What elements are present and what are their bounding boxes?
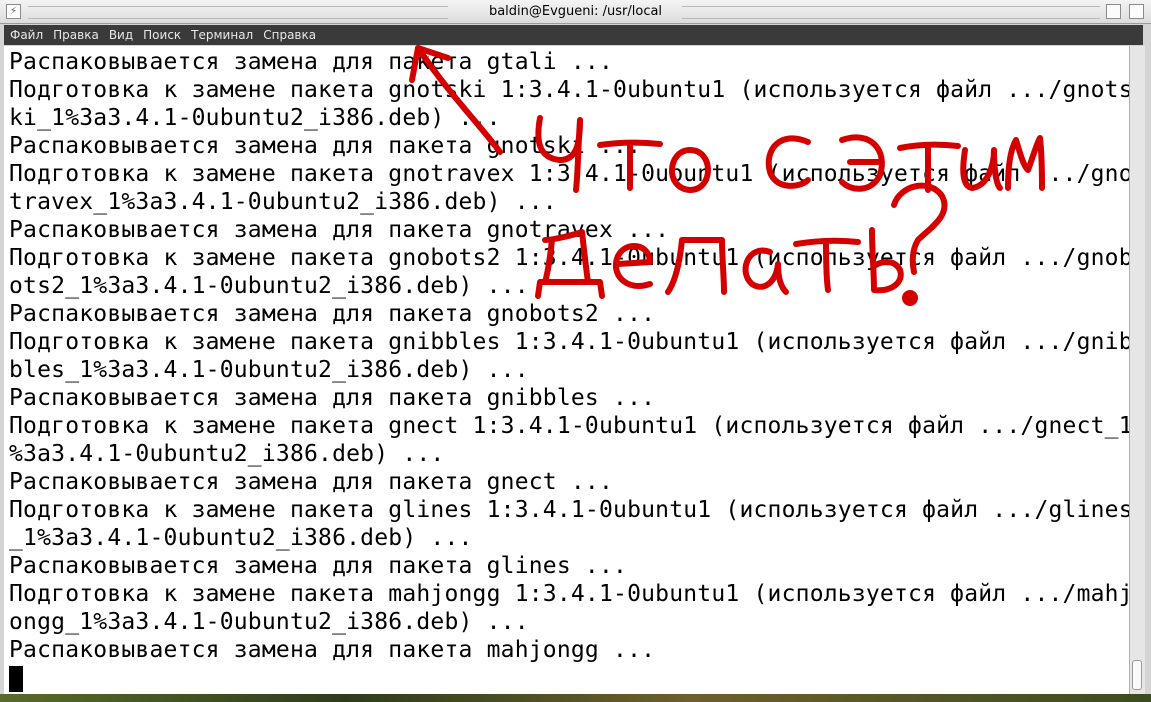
menu-view[interactable]: Вид	[109, 28, 133, 42]
terminal-output[interactable]: Распаковывается замена для пакета gtali …	[4, 46, 1129, 694]
terminal-lines: Распаковывается замена для пакета gtali …	[9, 48, 1129, 692]
terminal-line: Подготовка к замене пакета gnobots2 1:3.…	[9, 245, 1129, 271]
menu-edit[interactable]: Правка	[53, 28, 99, 42]
terminal-line: Распаковывается замена для пакета gnect …	[9, 469, 614, 495]
menu-file[interactable]: Файл	[10, 28, 43, 42]
terminal-line: bles_1%3a3.4.1-0ubuntu2_i386.deb) ...	[9, 357, 529, 383]
terminal-window: ⚡ baldin@Evgueni: /usr/local Файл Правка…	[0, 0, 1151, 702]
close-button[interactable]	[1129, 4, 1144, 19]
terminal-line: travex_1%3a3.4.1-0ubuntu2_i386.deb) ...	[9, 189, 557, 215]
terminal-line: Распаковывается замена для пакета gtali …	[9, 49, 614, 75]
terminal-line: ongg_1%3a3.4.1-0ubuntu2_i386.deb) ...	[9, 609, 529, 635]
terminal-line: Подготовка к замене пакета gnect 1:3.4.1…	[9, 413, 1129, 439]
terminal-line: Распаковывается замена для пакета gnotsk…	[9, 133, 642, 159]
text-cursor	[9, 666, 23, 692]
terminal-line: Подготовка к замене пакета gnibbles 1:3.…	[9, 329, 1129, 355]
titlebar-groove	[682, 6, 1100, 19]
prompt-line[interactable]	[9, 664, 1129, 692]
terminal-line: Подготовка к замене пакета mahjongg 1:3.…	[9, 581, 1129, 607]
terminal-line: Подготовка к замене пакета gnotravex 1:3…	[9, 161, 1129, 187]
terminal-line: Распаковывается замена для пакета glines…	[9, 553, 628, 579]
menu-search[interactable]: Поиск	[143, 28, 181, 42]
terminal-line: Распаковывается замена для пакета gnobot…	[9, 301, 656, 327]
menubar: Файл Правка Вид Поиск Терминал Справка	[4, 25, 1143, 45]
terminal-line: Распаковывается замена для пакета gnotra…	[9, 217, 670, 243]
titlebar[interactable]: ⚡ baldin@Evgueni: /usr/local	[0, 0, 1151, 24]
menu-help[interactable]: Справка	[263, 28, 316, 42]
terminal-line: Распаковывается замена для пакета mahjon…	[9, 637, 656, 663]
window-menu-icon[interactable]: ⚡	[6, 4, 21, 19]
terminal-line: ki_1%3a3.4.1-0ubuntu2_i386.deb) ...	[9, 105, 501, 131]
titlebar-groove	[28, 6, 448, 19]
terminal-line: Подготовка к замене пакета gnotski 1:3.4…	[9, 77, 1129, 103]
terminal-line: Подготовка к замене пакета glines 1:3.4.…	[9, 497, 1129, 523]
scrollbar-thumb[interactable]	[1132, 660, 1142, 690]
terminal-line: %3a3.4.1-0ubuntu2_i386.deb) ...	[9, 441, 445, 467]
terminal-line: ots2_1%3a3.4.1-0ubuntu2_i386.deb) ...	[9, 273, 529, 299]
minimize-button[interactable]	[1106, 4, 1121, 19]
terminal-line: _1%3a3.4.1-0ubuntu2_i386.deb) ...	[9, 525, 473, 551]
menu-terminal[interactable]: Терминал	[191, 28, 253, 42]
terminal-line: Распаковывается замена для пакета gnibbl…	[9, 385, 656, 411]
desktop-background	[0, 694, 1151, 702]
terminal-scrollbar[interactable]	[1129, 46, 1145, 694]
